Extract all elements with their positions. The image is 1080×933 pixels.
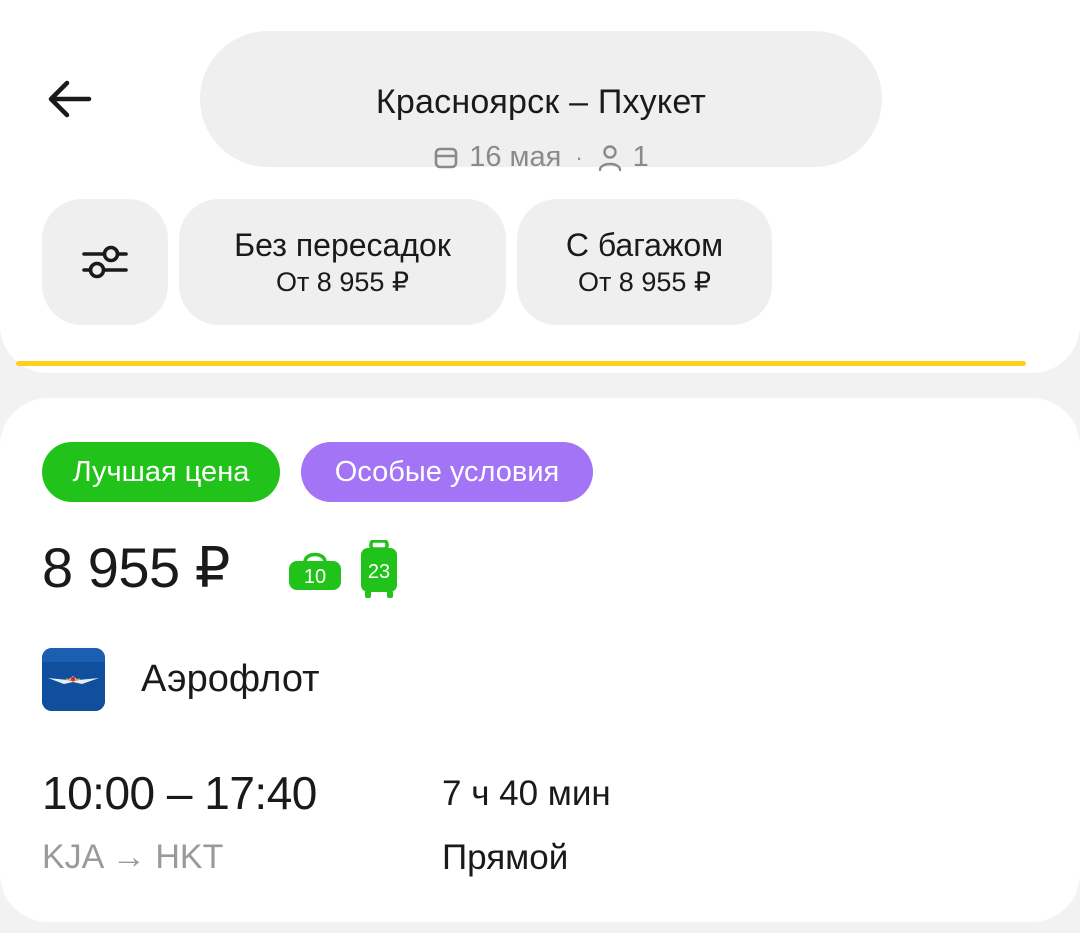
filters-button[interactable]: [42, 199, 168, 325]
flight-duration: 7 ч 40 мин: [442, 774, 611, 813]
arrow-left-icon: [48, 80, 92, 118]
back-button[interactable]: [38, 68, 100, 130]
filter-baggage-title: С багажом: [565, 227, 724, 263]
special-conditions-badge: Особые условия: [301, 442, 593, 502]
aeroflot-wings-icon: [42, 648, 105, 711]
flight-result-card[interactable]: Лучшая цена Особые условия 8 955 ₽ 10 23…: [0, 398, 1080, 922]
baggage-weight: 23: [368, 561, 390, 583]
aeroflot-logo: [42, 648, 105, 711]
hand-luggage-weight: 10: [304, 566, 326, 588]
search-date: 16 мая: [469, 141, 562, 173]
best-price-badge: Лучшая цена: [42, 442, 280, 502]
route-title: Красноярск – Пхукет: [375, 83, 707, 121]
hand-luggage-icon: 10: [289, 552, 341, 590]
filter-direct-title: Без пересадок: [234, 227, 451, 263]
passenger-count: 1: [632, 141, 649, 173]
route-summary-button[interactable]: Красноярск – Пхукет 16 мая · 1: [200, 31, 882, 173]
suitcase-icon: 23: [361, 540, 397, 598]
filter-direct-price: От 8 955 ₽: [275, 267, 410, 297]
flight-times: 10:00 – 17:40: [42, 767, 317, 819]
search-header: Красноярск – Пхукет 16 мая · 1 Без перес…: [0, 0, 1080, 373]
filter-direct-button[interactable]: Без пересадок От 8 955 ₽: [179, 199, 506, 325]
airline-name: Аэрофлот: [141, 658, 320, 700]
loading-progress-bar: [16, 361, 1026, 366]
meta-separator: ·: [575, 144, 583, 170]
ticket-price: 8 955 ₽: [42, 536, 230, 599]
route-meta: 16 мая · 1: [200, 141, 882, 174]
filter-sliders-icon: [82, 245, 128, 279]
calendar-icon: [434, 147, 458, 168]
flight-airports: KJA → HKT: [42, 838, 224, 876]
filter-baggage-button[interactable]: С багажом От 8 955 ₽: [517, 199, 772, 325]
flight-type: Прямой: [442, 838, 569, 877]
person-icon: [598, 144, 621, 171]
filter-baggage-price: От 8 955 ₽: [577, 267, 712, 297]
